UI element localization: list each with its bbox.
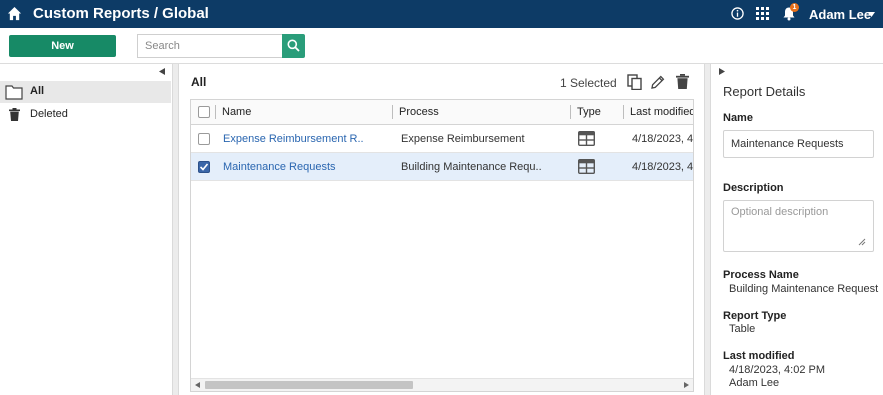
description-label: Description [723,182,784,194]
sidebar-item-label: Deleted [30,108,68,120]
column-divider[interactable] [215,105,216,119]
sidebar-item-label: All [30,85,45,97]
column-header-process[interactable]: Process [399,106,439,118]
sidebar-item-all[interactable]: All [0,81,171,103]
new-button[interactable]: New [9,35,116,57]
info-icon[interactable] [731,7,744,20]
edit-pencil-icon[interactable] [651,75,665,89]
description-field[interactable] [723,200,874,252]
checkmark-icon [200,163,208,171]
notification-badge: 1 [790,3,799,12]
name-label: Name [723,112,753,124]
collapse-left-icon[interactable] [159,68,165,75]
home-icon[interactable] [7,6,22,21]
process-name-value: Building Maintenance Request [729,283,879,295]
resize-grip-icon[interactable] [858,238,866,246]
column-header-name[interactable]: Name [222,106,251,118]
scroll-right-icon[interactable] [684,382,689,388]
report-type-value: Table [729,323,756,335]
column-header-last-modified[interactable]: Last modified [630,106,693,118]
reports-table: Name Process Type Last modified Expense … [190,99,694,392]
right-splitter[interactable] [704,64,711,395]
search-button[interactable] [282,34,305,58]
last-modified-by: Adam Lee [729,377,780,389]
column-divider[interactable] [570,105,571,119]
row-checkbox[interactable] [198,161,210,173]
table-header: Name Process Type Last modified [191,100,693,125]
trash-icon [9,108,20,121]
report-last-modified: 4/18/2023, 4: [632,161,693,173]
report-process: Building Maintenance Requ... [401,161,541,173]
table-row[interactable]: Expense Reimbursement R... Expense Reimb… [191,125,693,153]
report-type-label: Report Type [723,310,787,322]
report-name-link[interactable]: Maintenance Requests [223,161,363,173]
left-splitter[interactable] [172,64,179,395]
scroll-left-icon[interactable] [195,382,200,388]
column-divider[interactable] [392,105,393,119]
row-checkbox[interactable] [198,133,210,145]
user-menu[interactable]: Adam Lee [809,7,871,22]
report-name-link[interactable]: Expense Reimbursement R... [223,133,363,145]
report-name-field[interactable] [723,130,874,158]
search-icon [287,39,300,52]
report-last-modified: 4/18/2023, 4: [632,133,693,145]
process-name-label: Process Name [723,269,799,281]
list-heading: All [191,75,207,89]
trash-icon[interactable] [676,74,689,89]
copy-icon[interactable] [627,74,642,90]
chevron-down-icon[interactable] [868,12,875,17]
select-all-checkbox[interactable] [198,106,210,118]
scrollbar-thumb[interactable] [205,381,413,389]
selected-count: 1 Selected [560,76,617,90]
column-divider[interactable] [623,105,624,119]
page-title: Custom Reports / Global [33,5,209,22]
folder-icon [5,85,23,100]
table-icon [578,159,595,174]
last-modified-value: 4/18/2023, 4:02 PM [729,364,826,376]
top-bar: Custom Reports / Global 1 Adam Lee [0,0,883,28]
apps-grid-icon[interactable] [756,7,769,20]
details-title: Report Details [723,84,806,99]
report-process: Expense Reimbursement [401,133,525,145]
table-row[interactable]: Maintenance Requests Building Maintenanc… [191,153,693,181]
horizontal-scrollbar[interactable] [191,378,693,391]
sidebar-item-deleted[interactable]: Deleted [0,104,171,126]
search-input[interactable] [137,34,283,58]
collapse-right-icon[interactable] [719,68,725,75]
last-modified-label: Last modified [723,350,795,362]
column-header-type[interactable]: Type [577,106,601,118]
table-icon [578,131,595,146]
